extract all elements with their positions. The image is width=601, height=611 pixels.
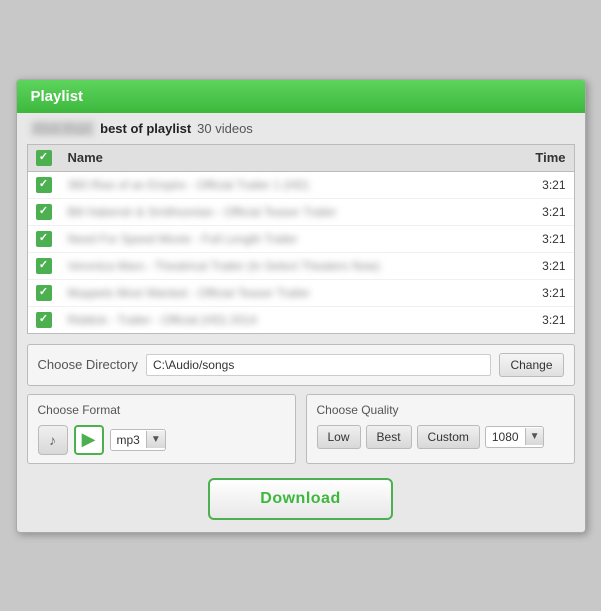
title-label: Playlist bbox=[31, 88, 84, 105]
quality-panel: Choose Quality Low Best Custom 1080 ▼ bbox=[306, 394, 575, 464]
row-checkbox-cell bbox=[36, 231, 68, 247]
header-check-col bbox=[36, 150, 68, 166]
playlist-name: best of playlist bbox=[100, 121, 191, 136]
table-row: Need For Speed Movie - Full Length Trail… bbox=[28, 226, 574, 253]
directory-label: Choose Directory bbox=[38, 357, 138, 372]
title-bar: Playlist bbox=[17, 80, 585, 113]
format-panel-label: Choose Format bbox=[38, 403, 285, 417]
quality-value-label: 1080 bbox=[486, 427, 525, 447]
quality-select-wrapper: 1080 ▼ bbox=[485, 426, 545, 448]
row-checkbox-cell bbox=[36, 285, 68, 301]
playlist-info: Rick Ruyt best of playlist 30 videos bbox=[17, 113, 585, 144]
row-time-1: 3:21 bbox=[516, 205, 566, 219]
playlist-count: 30 videos bbox=[197, 121, 253, 136]
playlist-owner: Rick Ruyt bbox=[31, 121, 95, 136]
row-checkbox-2[interactable] bbox=[36, 231, 52, 247]
row-name-5: Riddick - Trailer - Official (HD) 2014 bbox=[68, 313, 516, 327]
row-checkbox-cell bbox=[36, 312, 68, 328]
bottom-panels: Choose Format ♪ ▶ mp3 ▼ Choose Quality L… bbox=[27, 394, 575, 464]
row-name-2: Need For Speed Movie - Full Length Trail… bbox=[68, 232, 516, 246]
row-checkbox-0[interactable] bbox=[36, 177, 52, 193]
row-time-3: 3:21 bbox=[516, 259, 566, 273]
row-name-0: 360 Rise of an Empire - Official Trailer… bbox=[68, 178, 516, 192]
format-panel: Choose Format ♪ ▶ mp3 ▼ bbox=[27, 394, 296, 464]
play-icon-button[interactable]: ▶ bbox=[74, 425, 104, 455]
row-checkbox-5[interactable] bbox=[36, 312, 52, 328]
row-time-4: 3:21 bbox=[516, 286, 566, 300]
quality-panel-label: Choose Quality bbox=[317, 403, 564, 417]
change-directory-button[interactable]: Change bbox=[499, 353, 563, 377]
table-header: Name Time bbox=[28, 145, 574, 172]
low-quality-button[interactable]: Low bbox=[317, 425, 361, 449]
row-time-0: 3:21 bbox=[516, 178, 566, 192]
row-checkbox-cell bbox=[36, 204, 68, 220]
table-rows-container: 360 Rise of an Empire - Official Trailer… bbox=[28, 172, 574, 333]
header-name-col: Name bbox=[68, 150, 516, 165]
table-row: Bill Haberstr & Smithsonian - Official T… bbox=[28, 199, 574, 226]
row-name-4: Muppets Most Wanted - Official Teaser Tr… bbox=[68, 286, 516, 300]
header-time-col: Time bbox=[516, 150, 566, 165]
row-checkbox-4[interactable] bbox=[36, 285, 52, 301]
row-checkbox-cell bbox=[36, 258, 68, 274]
main-window: Playlist Rick Ruyt best of playlist 30 v… bbox=[16, 79, 586, 533]
table-row: 360 Rise of an Empire - Official Trailer… bbox=[28, 172, 574, 199]
download-area: Download bbox=[17, 464, 585, 532]
format-value-label: mp3 bbox=[111, 430, 146, 450]
row-checkbox-cell bbox=[36, 177, 68, 193]
quality-controls: Low Best Custom 1080 ▼ bbox=[317, 425, 564, 449]
row-checkbox-3[interactable] bbox=[36, 258, 52, 274]
format-dropdown-arrow[interactable]: ▼ bbox=[146, 431, 165, 448]
table-row: Riddick - Trailer - Official (HD) 2014 3… bbox=[28, 307, 574, 333]
download-button[interactable]: Download bbox=[208, 478, 392, 520]
directory-section: Choose Directory Change bbox=[27, 344, 575, 386]
audio-icon-button[interactable]: ♪ bbox=[38, 425, 68, 455]
format-select-wrapper: mp3 ▼ bbox=[110, 429, 166, 451]
directory-input[interactable] bbox=[146, 354, 492, 376]
table-row: Muppets Most Wanted - Official Teaser Tr… bbox=[28, 280, 574, 307]
row-name-1: Bill Haberstr & Smithsonian - Official T… bbox=[68, 205, 516, 219]
best-quality-button[interactable]: Best bbox=[366, 425, 412, 449]
playlist-table: Name Time 360 Rise of an Empire - Offici… bbox=[27, 144, 575, 334]
select-all-checkbox[interactable] bbox=[36, 150, 52, 166]
music-note-icon: ♪ bbox=[49, 432, 56, 448]
play-circle-icon: ▶ bbox=[82, 429, 96, 450]
format-controls: ♪ ▶ mp3 ▼ bbox=[38, 425, 285, 455]
row-checkbox-1[interactable] bbox=[36, 204, 52, 220]
table-row: Veronica Mars - Theatrical Trailer (In S… bbox=[28, 253, 574, 280]
row-time-5: 3:21 bbox=[516, 313, 566, 327]
row-name-3: Veronica Mars - Theatrical Trailer (In S… bbox=[68, 259, 516, 273]
custom-quality-button[interactable]: Custom bbox=[417, 425, 480, 449]
quality-dropdown-arrow[interactable]: ▼ bbox=[525, 428, 544, 445]
row-time-2: 3:21 bbox=[516, 232, 566, 246]
